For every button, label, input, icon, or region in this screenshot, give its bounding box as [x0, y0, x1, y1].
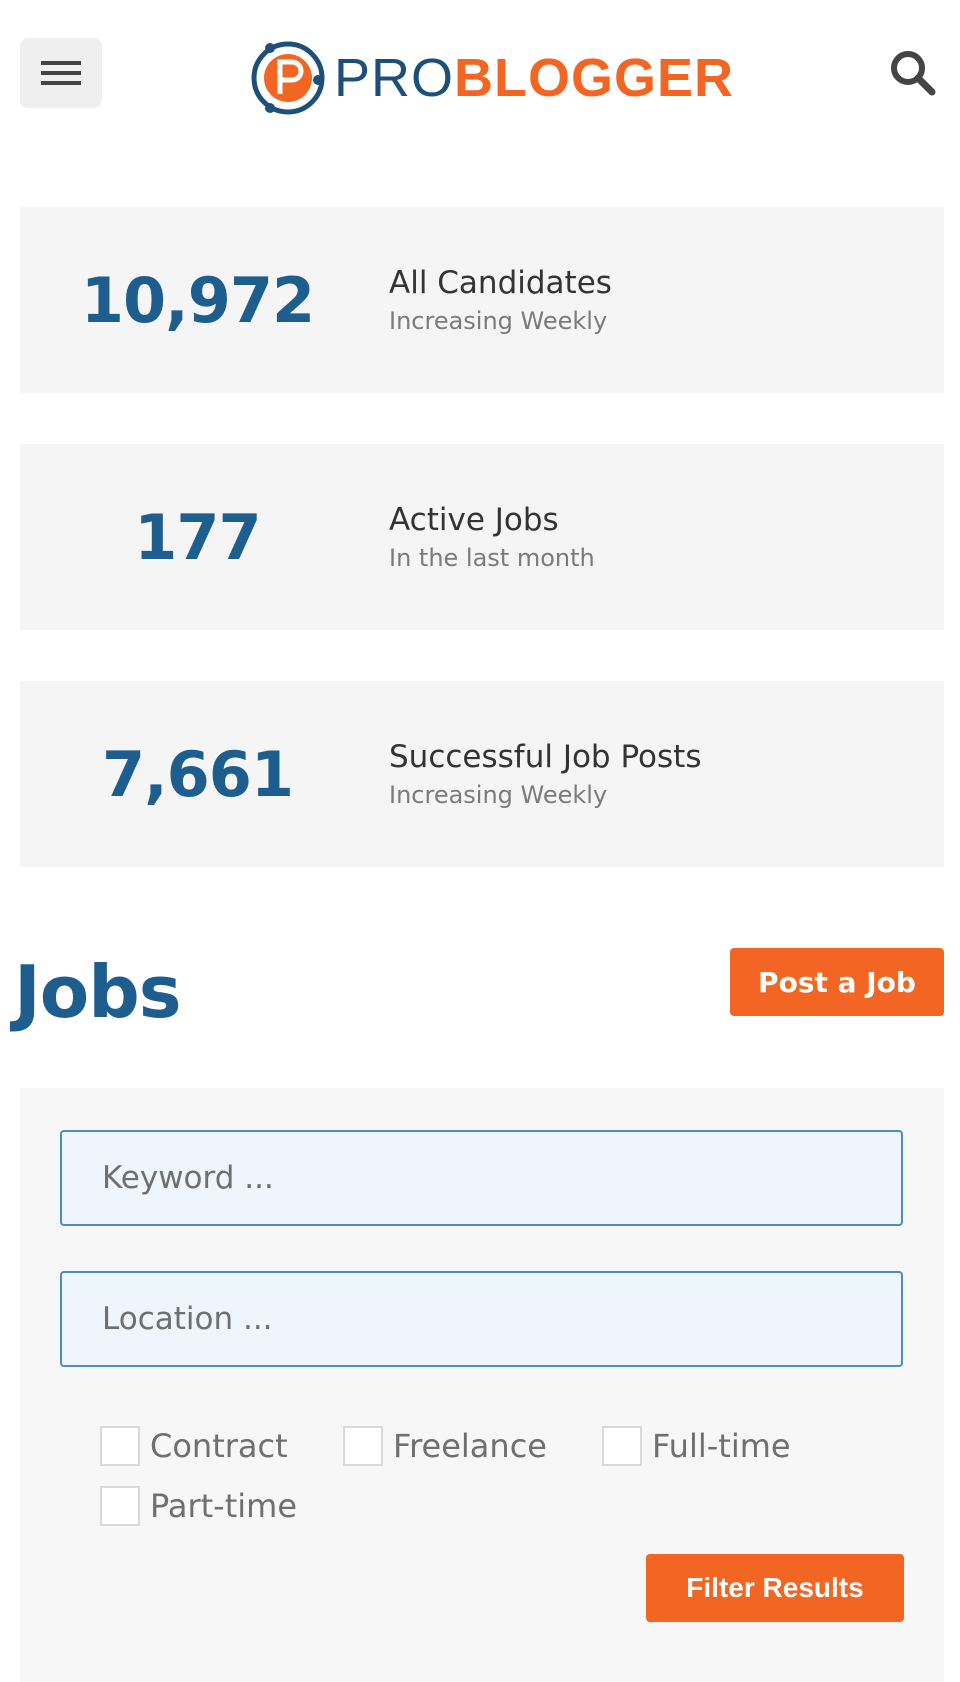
menu-button[interactable] — [20, 38, 102, 108]
checkbox-label: Freelance — [393, 1427, 547, 1465]
job-filter-form: Contract Freelance Full-time Part-time F… — [20, 1088, 944, 1682]
checkbox[interactable] — [602, 1426, 642, 1466]
search-button[interactable] — [888, 48, 938, 98]
stat-card-successful-posts: 7,661 Successful Job Posts Increasing We… — [20, 681, 944, 867]
stat-number: 10,972 — [80, 263, 315, 337]
jobs-heading: Jobs — [14, 950, 182, 1034]
filter-results-button[interactable]: Filter Results — [646, 1554, 904, 1622]
hamburger-icon — [41, 61, 81, 85]
site-header: PRO BLOGGER — [0, 0, 960, 150]
checkbox-label: Part-time — [150, 1487, 298, 1525]
stat-subtitle: Increasing Weekly — [389, 307, 608, 335]
stat-subtitle: In the last month — [389, 544, 595, 572]
checkbox-label: Full-time — [652, 1427, 791, 1465]
job-type-contract[interactable]: Contract — [100, 1424, 288, 1468]
logo-text-blogger: BLOGGER — [454, 48, 735, 108]
stat-title: All Candidates — [389, 265, 612, 301]
location-input[interactable] — [62, 1273, 901, 1365]
keyword-field — [60, 1130, 903, 1226]
stat-number: 177 — [134, 500, 261, 574]
post-job-button[interactable]: Post a Job — [730, 948, 944, 1016]
keyword-input[interactable] — [62, 1132, 901, 1224]
checkbox[interactable] — [100, 1426, 140, 1466]
stat-card-active-jobs: 177 Active Jobs In the last month — [20, 444, 944, 630]
job-type-part-time[interactable]: Part-time — [100, 1484, 297, 1528]
checkbox[interactable] — [343, 1426, 383, 1466]
checkbox[interactable] — [100, 1486, 140, 1526]
stat-title: Successful Job Posts — [389, 739, 702, 775]
search-icon — [891, 51, 936, 96]
stat-title: Active Jobs — [389, 502, 559, 538]
logo-mark-icon — [251, 41, 325, 115]
logo-text-pro: PRO — [334, 48, 455, 108]
problogger-logo[interactable]: PRO BLOGGER — [248, 38, 734, 118]
job-type-full-time[interactable]: Full-time — [602, 1424, 791, 1468]
job-type-freelance[interactable]: Freelance — [343, 1424, 547, 1468]
stat-number: 7,661 — [101, 737, 294, 811]
location-field — [60, 1271, 903, 1367]
stat-card-candidates: 10,972 All Candidates Increasing Weekly — [20, 207, 944, 393]
stat-subtitle: Increasing Weekly — [389, 781, 608, 809]
checkbox-label: Contract — [150, 1427, 288, 1465]
